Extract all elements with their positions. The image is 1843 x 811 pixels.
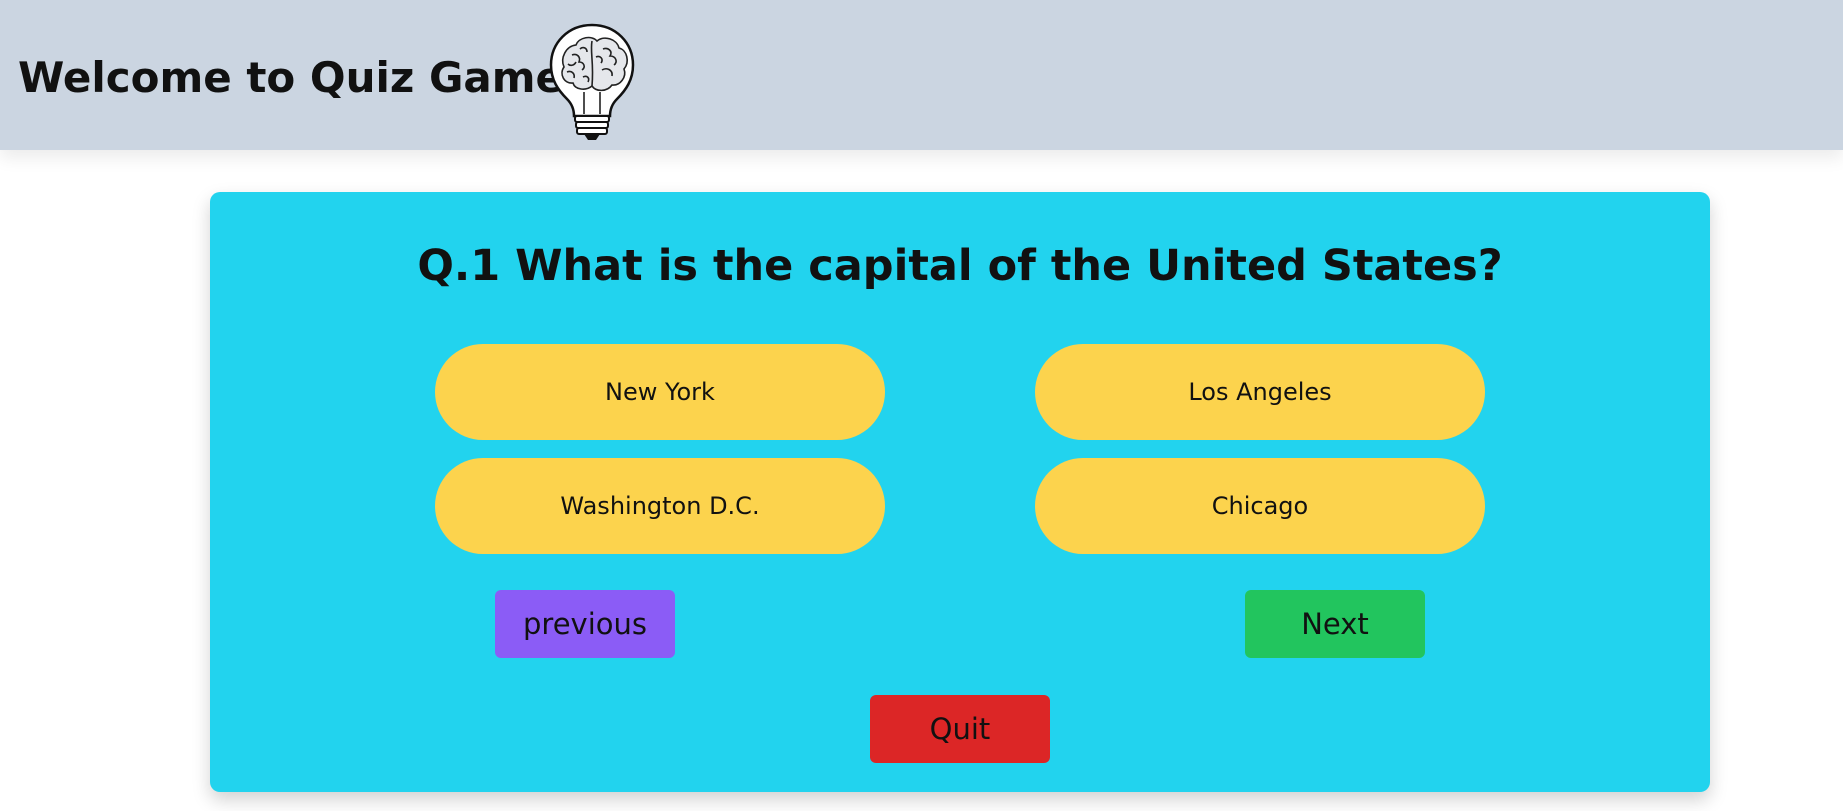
option-button[interactable]: Chicago — [1035, 458, 1485, 554]
app-header: Welcome to Quiz Game — [0, 0, 1843, 150]
option-button[interactable]: Washington D.C. — [435, 458, 885, 554]
previous-button[interactable]: previous — [495, 590, 675, 658]
next-button[interactable]: Next — [1245, 590, 1425, 658]
page-title: Welcome to Quiz Game — [18, 53, 565, 102]
question-text: Q.1 What is the capital of the United St… — [417, 241, 1503, 291]
quit-button[interactable]: Quit — [870, 695, 1050, 763]
brain-lightbulb-icon — [546, 22, 638, 142]
quiz-card: Q.1 What is the capital of the United St… — [210, 192, 1710, 792]
option-button[interactable]: Los Angeles — [1035, 344, 1485, 440]
option-button[interactable]: New York — [435, 344, 885, 440]
